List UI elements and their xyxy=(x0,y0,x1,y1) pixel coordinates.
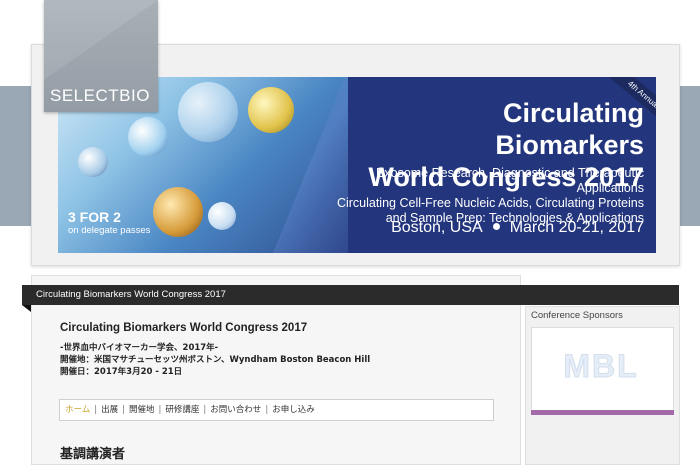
nav-exhibit[interactable]: 出展 xyxy=(101,405,118,415)
nav-separator: | xyxy=(158,405,162,415)
event-venue: 開催地：米国マサチューセッツ州ボストン、Wyndham Boston Beaco… xyxy=(60,355,371,365)
bubble-decor xyxy=(208,202,236,230)
nav-separator: | xyxy=(265,405,269,415)
breadcrumb-bar: Circulating Biomarkers World Congress 20… xyxy=(22,285,679,305)
event-japanese-name: -世界血中バイオマーカー学会、2017年- xyxy=(60,343,219,353)
banner-location: Boston, USA xyxy=(391,219,483,236)
sponsors-title: Conference Sponsors xyxy=(531,310,623,321)
promo-caption: on delegate passes xyxy=(68,225,151,236)
logo-text-bio: BIO xyxy=(119,86,150,105)
nav-venue[interactable]: 開催地 xyxy=(129,405,155,415)
banner-subtitle-line2: Circulating Cell-Free Nucleic Acids, Cir… xyxy=(336,196,644,210)
nav-register[interactable]: お申し込み xyxy=(272,405,315,415)
keynote-heading: 基調講演者 xyxy=(60,447,126,462)
banner-subtitle: Exosome Research, Diagnostic and Therape… xyxy=(313,166,644,226)
bubble-decor xyxy=(78,147,108,177)
nav-separator: | xyxy=(203,405,207,415)
logo-facet xyxy=(44,0,158,80)
nav-separator: | xyxy=(94,405,98,415)
nav-separator: | xyxy=(122,405,126,415)
nav-training[interactable]: 研修講座 xyxy=(165,405,199,415)
logo-text: SELECTBIO xyxy=(50,86,150,106)
banner-subtitle-line1: Exosome Research, Diagnostic and Therape… xyxy=(376,166,644,195)
nav-home[interactable]: ホーム xyxy=(65,405,90,415)
event-title: Circulating Biomarkers World Congress 20… xyxy=(60,322,308,334)
nav-contact[interactable]: お問い合わせ xyxy=(210,405,261,415)
bubble-decor xyxy=(128,117,168,157)
sponsor-accent-bar xyxy=(531,410,674,415)
bullet-icon xyxy=(492,223,500,230)
logo-text-select: SELECT xyxy=(50,86,120,105)
bubble-decor xyxy=(248,87,294,133)
banner-title-line1: Circulating Biomarkers xyxy=(495,98,644,160)
sponsor-logo[interactable]: MBL xyxy=(551,346,651,386)
selectbio-logo[interactable]: SELECTBIO xyxy=(44,0,158,112)
bar-fold-corner xyxy=(22,305,31,312)
event-date: 開催日：2017年3月20 - 21日 xyxy=(60,367,183,377)
main-navigation: ホーム | 出展 | 開催地 | 研修講座 | お問い合わせ | お申し込み xyxy=(59,399,494,421)
promo-badge: 3 FOR 2 on delegate passes xyxy=(68,209,150,236)
banner-location-dates: Boston, USA March 20-21, 2017 xyxy=(358,219,644,237)
bubble-decor xyxy=(153,187,203,237)
banner-dates: March 20-21, 2017 xyxy=(509,219,644,236)
bubble-decor xyxy=(178,82,238,142)
promo-headline: 3 FOR 2 xyxy=(68,209,121,225)
